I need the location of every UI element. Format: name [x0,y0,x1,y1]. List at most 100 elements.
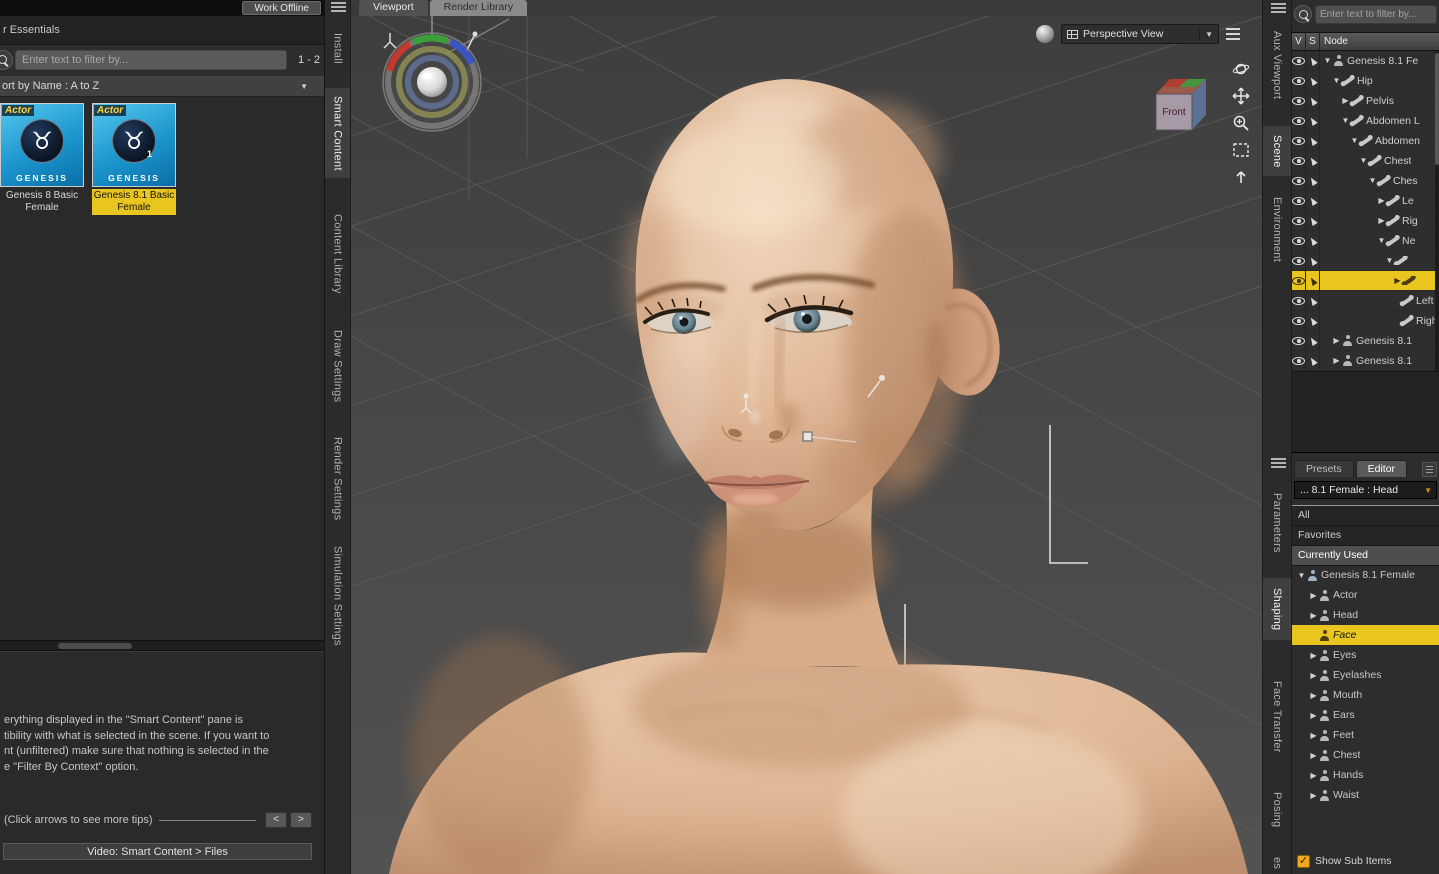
expand-arrow[interactable]: ▶ [1308,691,1319,700]
scene-filter-input[interactable] [1315,5,1437,24]
visibility-toggle[interactable] [1292,51,1306,70]
col-node[interactable]: Node [1320,33,1439,50]
shaping-row[interactable]: ▶ Actor [1292,585,1439,605]
hamburger-menu-icon[interactable] [1271,3,1286,14]
visibility-toggle[interactable] [1292,111,1306,130]
scene-scrollbar[interactable] [1435,51,1439,381]
visibility-toggle[interactable] [1292,311,1306,330]
visibility-toggle[interactable] [1292,71,1306,90]
tab-smart-content[interactable]: Smart Content [325,88,350,178]
shaping-row[interactable]: ▶ Feet [1292,725,1439,745]
scene-row[interactable]: ▼ Hip [1292,71,1435,91]
select-toggle[interactable] [1306,331,1320,350]
shaping-row[interactable]: ▶ Waist [1292,785,1439,805]
tab-presets[interactable]: Presets [1294,460,1354,477]
tab-scene[interactable]: Scene [1263,126,1291,176]
draw-style-sphere-icon[interactable] [1036,25,1054,43]
scene-row[interactable]: Righ [1292,311,1435,331]
viewport-3d-canvas[interactable]: Perspective View ▼ Front [351,16,1262,874]
hamburger-menu-icon[interactable] [331,2,346,13]
scene-row[interactable]: ▼ Abdomen L [1292,111,1435,131]
select-toggle[interactable] [1306,351,1320,370]
tab-shaping[interactable]: Shaping [1263,578,1291,640]
shaping-row[interactable]: ▶ Eyelashes [1292,665,1439,685]
tab-render-library[interactable]: Render Library [429,0,528,16]
visibility-toggle[interactable] [1292,191,1306,210]
select-toggle[interactable] [1306,211,1320,230]
expand-arrow[interactable]: ▶ [1308,671,1319,680]
visibility-toggle[interactable] [1292,211,1306,230]
tab-install[interactable]: Install [325,24,350,72]
horizontal-scrollbar[interactable] [0,640,324,651]
visibility-toggle[interactable] [1292,351,1306,370]
scene-row[interactable]: ▼ Abdomen [1292,131,1435,151]
scene-row[interactable]: ▶ Genesis 8.1 [1292,351,1435,371]
filter-currently-used[interactable]: Currently Used [1292,546,1439,566]
expand-arrow[interactable]: ▶ [1308,751,1319,760]
filter-all[interactable]: All [1292,506,1439,526]
search-icon[interactable] [1294,5,1312,23]
expand-arrow[interactable]: ▶ [1308,771,1319,780]
show-sub-items-checkbox[interactable]: ✓ [1297,854,1310,868]
expand-arrow[interactable]: ▶ [1331,356,1342,365]
col-visibility[interactable]: V [1292,33,1306,50]
expand-arrow[interactable]: ▶ [1308,711,1319,720]
tab-parameters[interactable]: Parameters [1263,482,1291,564]
scene-row[interactable]: ▼ Ne [1292,231,1435,251]
visibility-toggle[interactable] [1292,331,1306,350]
shaping-scope-dropdown[interactable]: ... 8.1 Female : Head ▼ [1294,481,1437,499]
universal-tool-gizmo[interactable] [382,32,482,132]
tab-viewport[interactable]: Viewport [359,0,428,16]
expand-arrow[interactable]: ▶ [1331,336,1342,345]
select-toggle[interactable] [1306,291,1320,310]
visibility-toggle[interactable] [1292,251,1306,270]
scene-row-selected[interactable]: ▶ [1292,271,1435,291]
shaping-row-selected[interactable]: Face [1292,625,1439,645]
camera-view-dropdown[interactable]: Perspective View ▼ [1061,24,1219,44]
tab-draw-settings[interactable]: Draw Settings [325,324,350,408]
tab-simulation-settings[interactable]: Simulation Settings [325,538,350,654]
select-toggle[interactable] [1306,51,1320,70]
tab-editor[interactable]: Editor [1355,460,1408,477]
shaping-row[interactable]: ▶ Head [1292,605,1439,625]
tab-render-settings[interactable]: Render Settings [325,434,350,524]
select-toggle[interactable] [1306,131,1320,150]
shaping-row[interactable]: ▶ Mouth [1292,685,1439,705]
shaping-root-row[interactable]: ▼ Genesis 8.1 Female [1292,565,1439,585]
tab-aux-viewport[interactable]: Aux Viewport [1263,22,1291,108]
content-filter-input[interactable] [15,50,287,70]
visibility-toggle[interactable] [1292,171,1306,190]
visibility-toggle[interactable] [1292,231,1306,250]
visibility-toggle[interactable] [1292,271,1306,290]
pane-options-button[interactable] [1422,462,1437,477]
select-toggle[interactable] [1306,311,1320,330]
work-offline-button[interactable]: Work Offline [242,1,321,15]
tab-posing[interactable]: Posing [1263,782,1291,838]
shaping-row[interactable]: ▶ Hands [1292,765,1439,785]
expand-arrow[interactable]: ▶ [1308,651,1319,660]
select-toggle[interactable] [1306,71,1320,90]
expand-arrow[interactable]: ▼ [1296,571,1307,580]
visibility-toggle[interactable] [1292,151,1306,170]
shaping-row[interactable]: ▶ Chest [1292,745,1439,765]
expand-arrow[interactable]: ▶ [1308,591,1319,600]
camera-orbit-icon[interactable] [1232,60,1250,78]
scene-row[interactable]: ▶ Genesis 8.1 [1292,331,1435,351]
scene-row[interactable]: ▼ [1292,251,1435,271]
camera-pan-icon[interactable] [1232,87,1250,105]
camera-frame-icon[interactable] [1232,141,1250,159]
select-toggle[interactable] [1306,271,1320,290]
select-toggle[interactable] [1306,111,1320,130]
scene-row[interactable]: ▶ Le [1292,191,1435,211]
filter-favorites[interactable]: Favorites [1292,526,1439,546]
expand-arrow[interactable]: ▼ [1322,56,1333,65]
expand-arrow[interactable]: ▶ [1308,611,1319,620]
search-icon[interactable] [0,50,13,70]
scene-row[interactable]: ▶ Pelvis [1292,91,1435,111]
expand-arrow[interactable]: ▶ [1308,731,1319,740]
shaping-row[interactable]: ▶ Ears [1292,705,1439,725]
col-selectability[interactable]: S [1306,33,1320,50]
select-toggle[interactable] [1306,251,1320,270]
visibility-toggle[interactable] [1292,91,1306,110]
visibility-toggle[interactable] [1292,131,1306,150]
